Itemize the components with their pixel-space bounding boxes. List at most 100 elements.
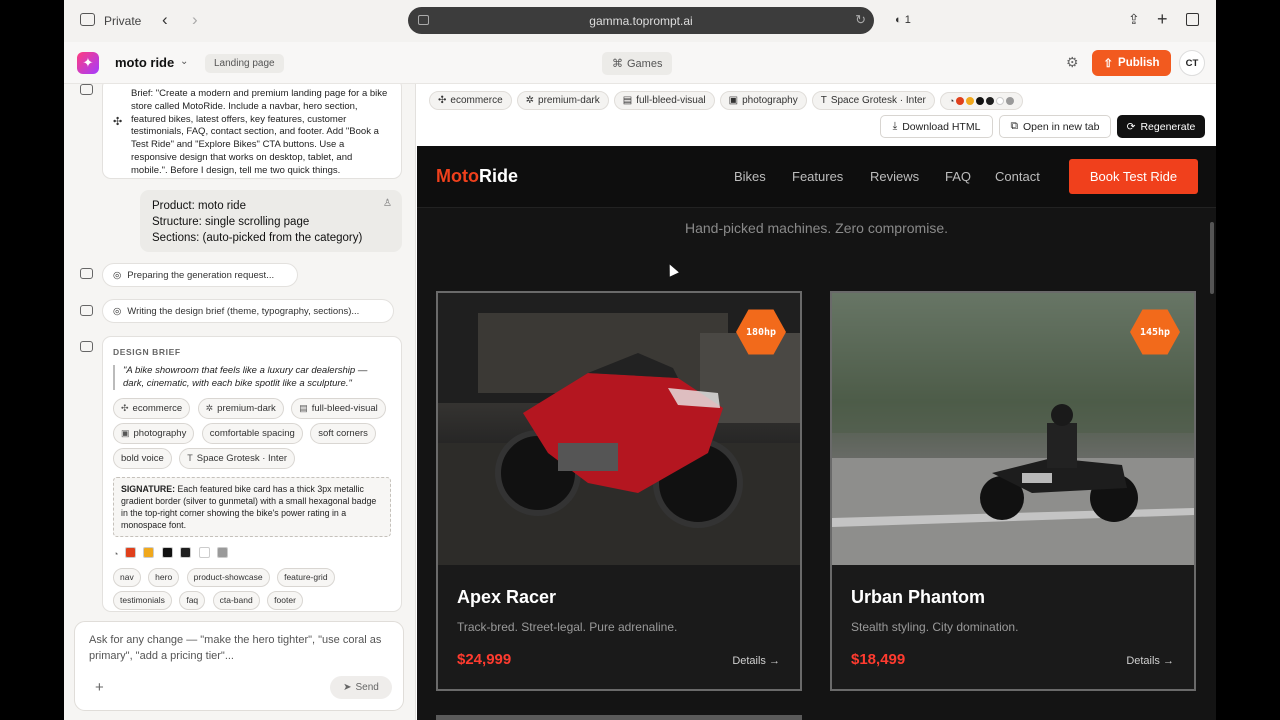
section-testimonials: testimonials <box>113 591 172 610</box>
attach-plus-icon[interactable]: + <box>95 679 104 696</box>
swatch-6 <box>1006 96 1015 105</box>
back-icon[interactable]: ‹ <box>162 10 168 30</box>
tag-label: premium-dark <box>538 95 600 106</box>
details-link[interactable]: Details → <box>732 655 780 667</box>
swatch-4 <box>180 547 192 559</box>
open-new-tab-button[interactable]: ⧉ Open in new tab <box>999 115 1111 138</box>
user-icon: ♙ <box>383 198 392 209</box>
page-type-badge: Landing page <box>205 54 284 73</box>
details-link[interactable]: Details → <box>1126 655 1174 667</box>
nav-reviews[interactable]: Reviews <box>870 169 919 184</box>
private-label: Private <box>104 14 142 28</box>
check-circle-icon: ◎ <box>113 269 122 281</box>
publish-label: Publish <box>1118 57 1160 69</box>
publish-button[interactable]: ⇧ Publish <box>1092 50 1171 76</box>
swatch-2 <box>143 547 155 559</box>
arrow-right-icon: → <box>769 655 780 667</box>
site-brand[interactable]: MotoRide <box>436 166 518 187</box>
puzzle-icon: ✣ <box>121 403 129 413</box>
tag-full-bleed-visual: ▤ full-bleed-visual <box>291 398 386 419</box>
project-name[interactable]: moto ride <box>115 55 174 70</box>
regenerate-label: Regenerate <box>1140 120 1196 133</box>
bot-avatar-icon <box>80 84 93 95</box>
regenerate-button[interactable]: ⟳ Regenerate <box>1117 115 1205 138</box>
swatch-1 <box>956 96 965 105</box>
tag-font: T Space Grotesk · Inter <box>179 448 296 469</box>
tag-label: full-bleed-visual <box>636 95 706 106</box>
preview-toolbar: ✣ ecommerce ✲ premium-dark ▤ full-bleed-vis… <box>417 84 1216 146</box>
tag-premium-dark: ✲ premium-dark <box>516 91 609 110</box>
tag-label: premium-dark <box>217 403 276 414</box>
bike-description: Track-bred. Street-legal. Pure adrenalin… <box>457 620 678 634</box>
design-brief-heading: DESIGN BRIEF <box>113 347 181 357</box>
games-tab[interactable]: ⌘ Games <box>602 52 673 75</box>
browser-toolbar: Private ‹ › gamma.toprompt.ai ↻ ◐ 1 ⇪ + <box>64 0 1216 42</box>
bike-card[interactable]: 180hp Apex Racer Track-bred. Street-lega… <box>436 291 802 691</box>
palette-icon: ◔ <box>113 549 119 559</box>
send-icon: ➤ <box>343 682 352 693</box>
brand-moto: Moto <box>436 166 479 186</box>
layout-icon: ▤ <box>622 95 633 106</box>
download-html-button[interactable]: ⤓ Download HTML <box>880 115 993 138</box>
bike-price: $18,499 <box>851 651 906 668</box>
tabs-overview-icon[interactable] <box>1186 13 1199 26</box>
nav-features[interactable]: Features <box>792 169 843 184</box>
bike-description: Stealth styling. City domination. <box>851 620 1019 634</box>
details-label: Details <box>1126 655 1160 667</box>
app-logo-icon[interactable]: ✦ <box>77 52 99 74</box>
check-circle-icon: ◎ <box>113 305 122 317</box>
tag-photography: ▣ photography <box>113 423 195 444</box>
shield-icon[interactable]: ◐ 1 <box>895 14 911 26</box>
book-test-ride-button[interactable]: Book Test Ride <box>1069 159 1198 194</box>
swatch-5 <box>996 96 1005 105</box>
swatch-5 <box>198 547 210 559</box>
nav-faq[interactable]: FAQ <box>945 169 971 184</box>
download-icon: ⤓ <box>892 120 898 132</box>
bot-avatar-icon <box>80 268 93 279</box>
tag-label: photography <box>133 428 187 439</box>
swatch-6 <box>217 547 229 559</box>
bike-card[interactable]: 145hp Urban Phantom Stealth styling. Cit… <box>830 291 1196 691</box>
reply-line-sections: Sections: (auto-picked from the category… <box>152 232 363 244</box>
scrollbar-thumb[interactable] <box>1210 222 1214 294</box>
brief-tags: ✣ ecommerce ✲ premium-dark ▤ full-bleed-vis… <box>113 398 391 473</box>
new-tab-icon[interactable]: + <box>1157 9 1168 30</box>
share-icon[interactable]: ⇪ <box>1128 11 1140 28</box>
send-button[interactable]: ➤ Send <box>330 676 392 699</box>
sidebar-toggle-icon[interactable] <box>80 13 95 26</box>
layout-icon: ▤ <box>299 403 308 413</box>
forward-icon[interactable]: › <box>192 10 198 30</box>
brief-quote: "A bike showroom that feels like a luxur… <box>113 365 391 390</box>
status-preparing: ◎ Preparing the generation request... <box>102 263 298 287</box>
chat-input-box[interactable]: Ask for any change — "make the hero tigh… <box>74 621 404 711</box>
next-card-edge <box>436 715 802 720</box>
tag-premium-dark: ✲ premium-dark <box>197 398 284 419</box>
url-bar[interactable]: gamma.toprompt.ai ↻ <box>408 7 874 34</box>
section-product-showcase: product-showcase <box>186 568 270 587</box>
chat-input[interactable]: Ask for any change — "make the hero tigh… <box>89 632 389 664</box>
swatch-3 <box>161 547 173 559</box>
bot-avatar-icon <box>80 305 93 316</box>
tag-label: Space Grotesk · Inter <box>830 95 926 106</box>
nav-bikes[interactable]: Bikes <box>734 169 766 184</box>
swatch-3 <box>976 96 985 105</box>
settings-gear-icon[interactable]: ⚙ <box>1066 54 1079 71</box>
chevron-down-icon[interactable]: ⌄ <box>180 56 188 67</box>
signature-box: SIGNATURE: Each featured bike card has a… <box>113 477 391 537</box>
chat-panel: ✣ Brief: "Create a modern and premium la… <box>64 84 416 720</box>
url-text: gamma.toprompt.ai <box>589 13 693 28</box>
reload-icon[interactable]: ↻ <box>855 12 866 28</box>
external-link-icon: ⧉ <box>1010 120 1019 132</box>
nav-contact[interactable]: Contact <box>995 169 1040 184</box>
tag-ecommerce: ✣ ecommerce <box>429 91 512 110</box>
section-faq: faq <box>179 591 206 610</box>
tag-full-bleed-visual: ▤ full-bleed-visual <box>613 91 715 110</box>
app-header: ✦ moto ride ⌄ Landing page ⌘ Games ⚙ ⇧ P… <box>64 42 1216 84</box>
tab-icon <box>418 15 429 25</box>
swatch-2 <box>966 96 975 105</box>
gamepad-icon: ⌘ <box>612 58 623 70</box>
avatar[interactable]: CT <box>1179 50 1205 76</box>
palette-row: ◔ <box>113 544 391 562</box>
brief-text: Brief: "Create a modern and premium land… <box>131 88 388 176</box>
tag-label: photography <box>742 95 798 106</box>
